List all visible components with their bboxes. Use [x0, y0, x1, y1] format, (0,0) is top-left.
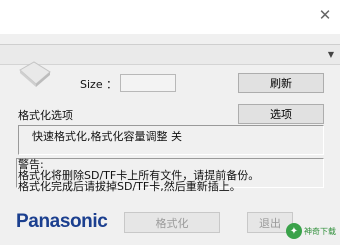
size-label: Size ： — [80, 78, 118, 91]
watermark: ✦ 神奇下载 — [286, 219, 338, 243]
format-options-label: 格式化选项 — [18, 109, 73, 122]
size-value-field — [120, 74, 176, 92]
watermark-text: 神奇下载 — [304, 226, 336, 236]
format-options-value: 快速格式化,格式化容量调整 关 — [32, 130, 182, 143]
title-bar: ✕ — [0, 0, 340, 34]
close-icon: ✕ — [318, 6, 332, 24]
format-button[interactable]: 格式化 — [124, 212, 220, 233]
warning-panel: 警告: 格式化将删除SD/TF卡上所有文件，请提前备份。 格式化完成后请拔掉SD… — [16, 158, 324, 192]
refresh-button[interactable]: 刷新 — [238, 73, 324, 93]
options-button[interactable]: 选项 — [238, 104, 324, 124]
close-button[interactable]: ✕ — [310, 0, 340, 30]
format-options-panel: 快速格式化,格式化容量调整 关 — [18, 125, 324, 155]
chevron-down-icon: ▼ — [327, 50, 334, 59]
panasonic-logo: Panasonic — [16, 211, 108, 232]
warning-line-2: 格式化完成后请拔掉SD/TF卡,然后重新插上。 — [18, 180, 241, 193]
sd-card-icon — [19, 61, 51, 87]
watermark-logo-icon: ✦ — [286, 223, 302, 239]
